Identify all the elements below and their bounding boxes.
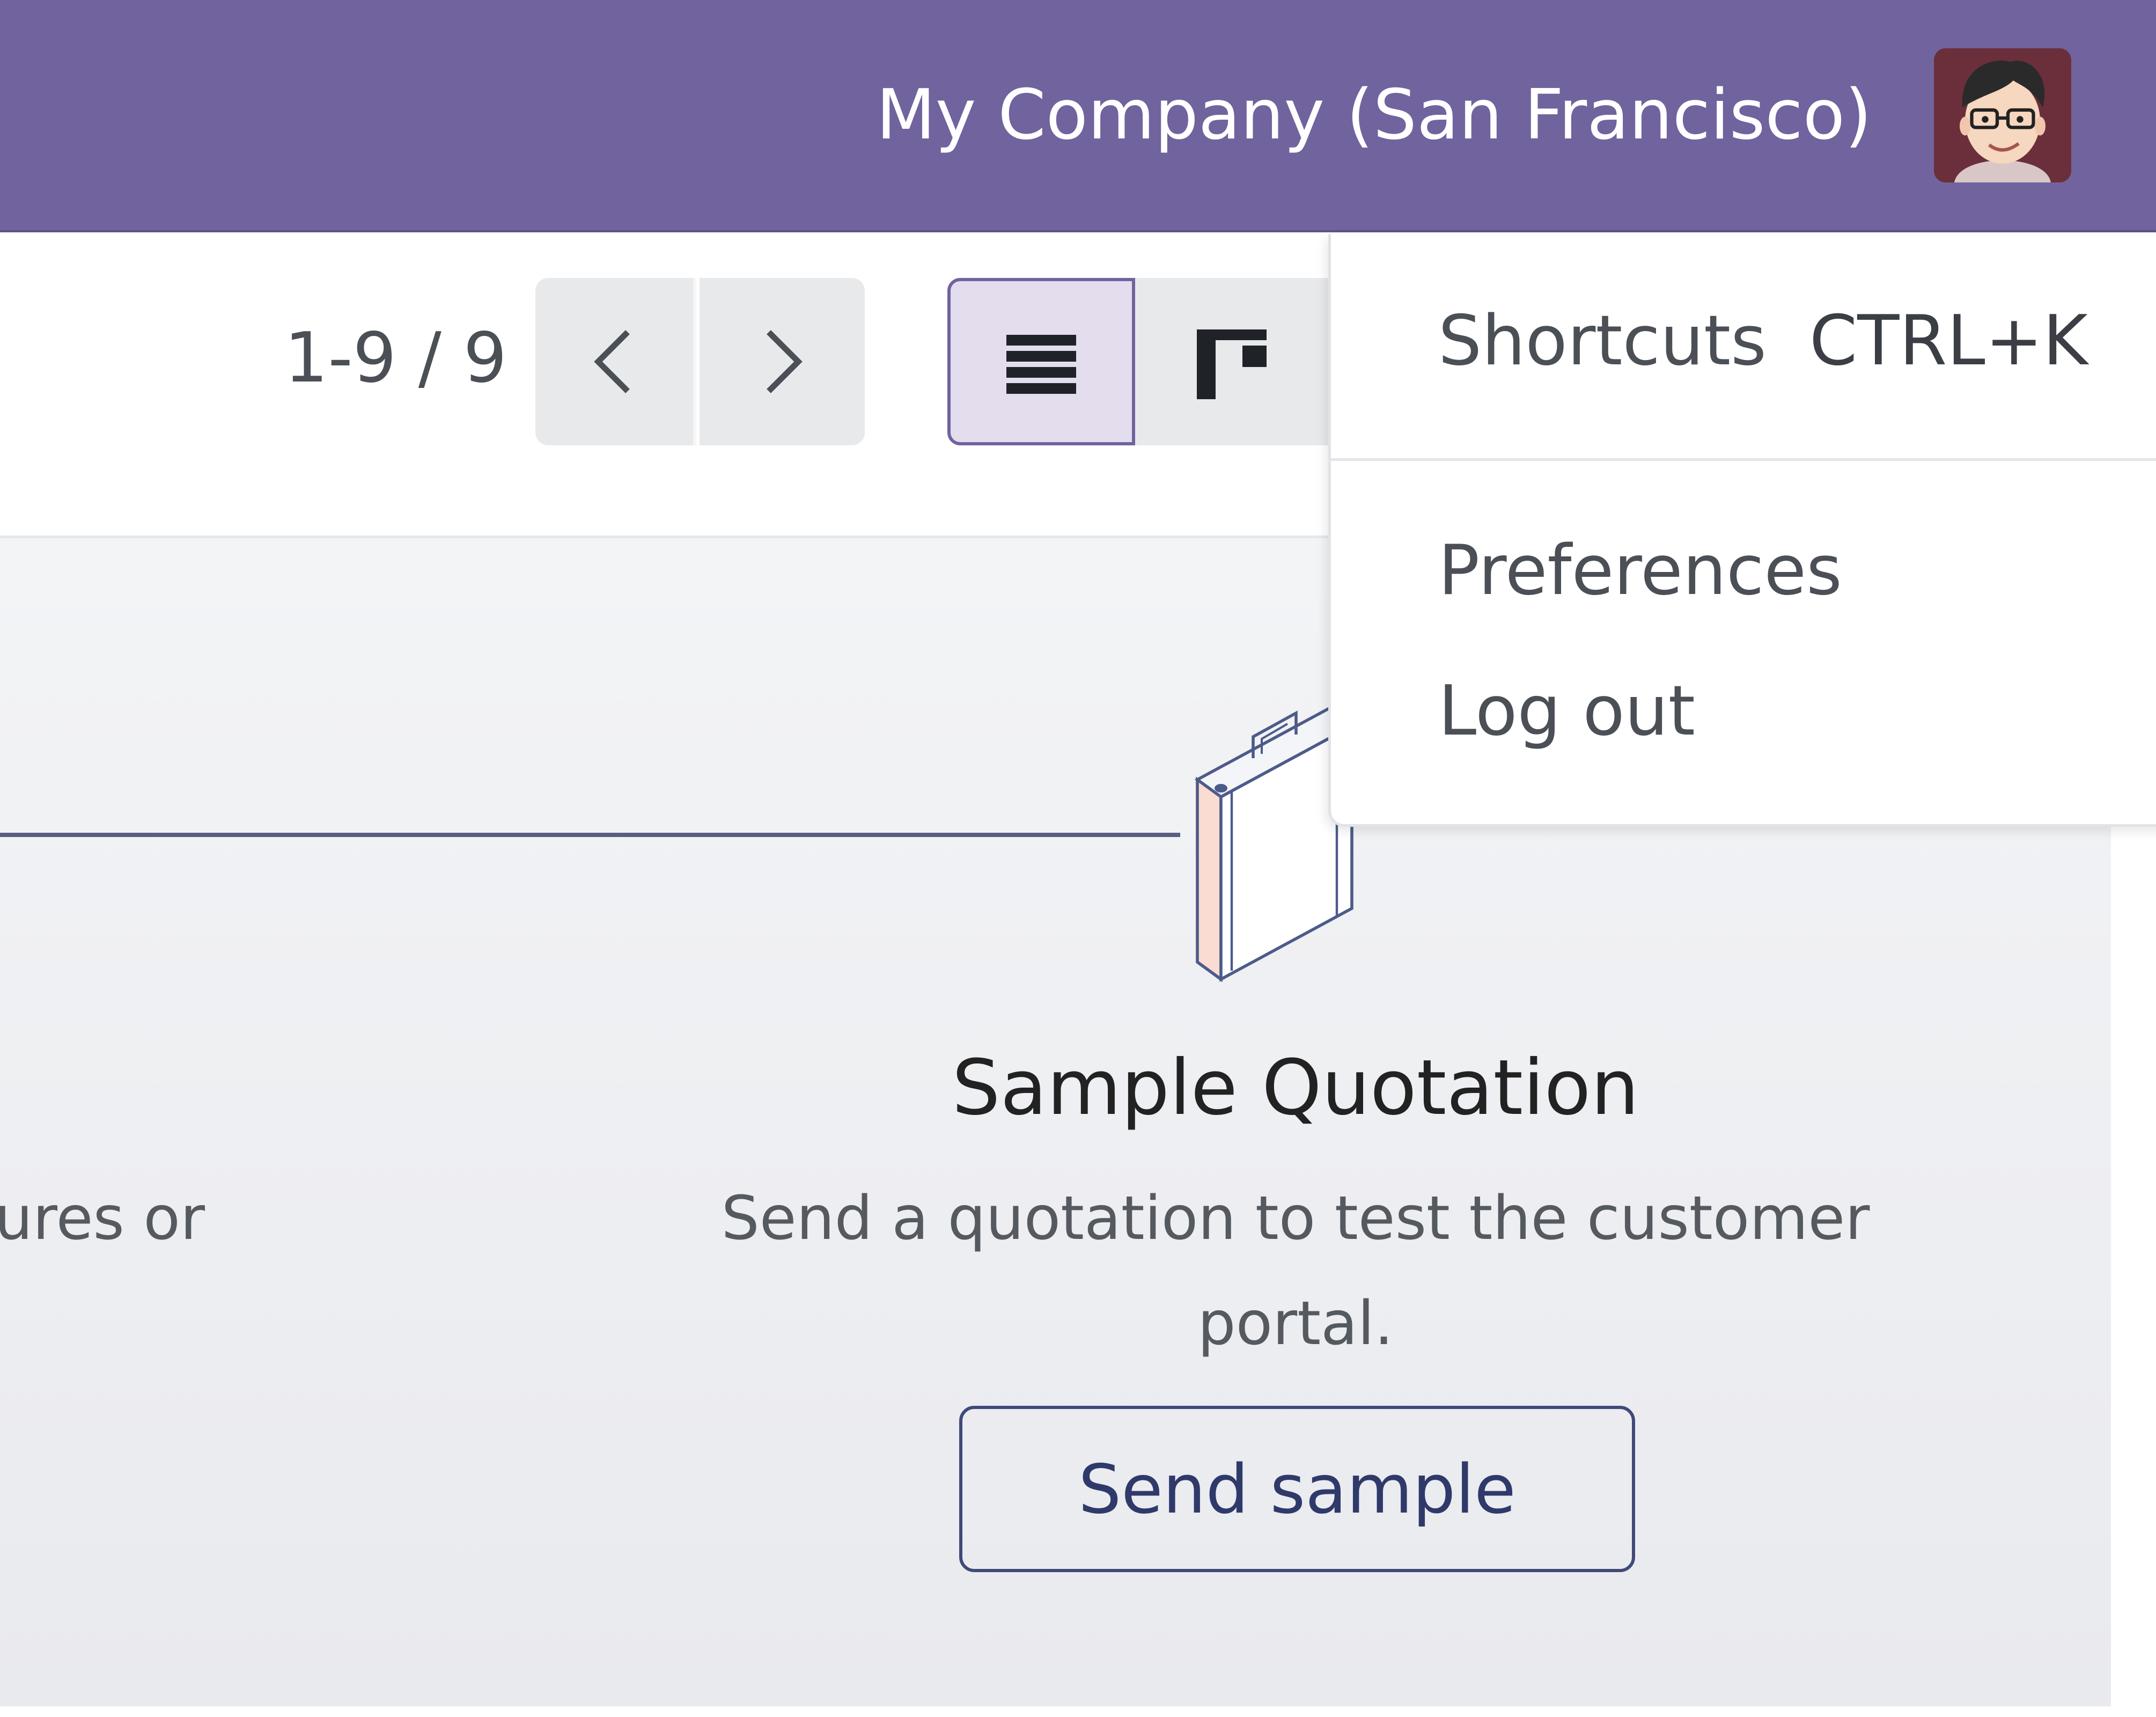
- list-view-icon: [1006, 335, 1076, 394]
- menu-item-shortcuts[interactable]: Shortcuts CTRL+K: [1438, 301, 2088, 381]
- kanban-view-icon: [1197, 329, 1267, 399]
- menu-divider: [1331, 458, 2156, 461]
- sample-quotation-title: Sample Quotation: [952, 1044, 1639, 1132]
- user-avatar[interactable]: [1934, 48, 2071, 182]
- shortcuts-key: CTRL+K: [1809, 301, 2088, 381]
- shortcuts-label: Shortcuts: [1438, 301, 1767, 381]
- top-navbar: My Company (San Francisco): [0, 0, 2156, 232]
- list-view-button[interactable]: [947, 278, 1135, 445]
- sample-quotation-description: Send a quotation to test the customer po…: [721, 1184, 1870, 1359]
- menu-item-logout[interactable]: Log out: [1438, 671, 1695, 752]
- bottom-strip: [0, 1706, 2156, 1717]
- chevron-right-icon: [767, 330, 803, 393]
- send-sample-button[interactable]: Send sample: [959, 1406, 1635, 1572]
- timeline-line: [0, 833, 1180, 837]
- pager-next-button[interactable]: [700, 278, 865, 445]
- company-switcher[interactable]: My Company (San Francisco): [876, 75, 1872, 156]
- avatar-face-icon: [1936, 48, 2070, 182]
- kanban-view-button[interactable]: [1135, 278, 1328, 445]
- user-menu-dropdown: Shortcuts CTRL+K Preferences Log out: [1328, 234, 2156, 827]
- left-card-description-fragment: ures or: [0, 1184, 205, 1253]
- menu-item-preferences[interactable]: Preferences: [1438, 531, 1842, 611]
- chevron-left-icon: [594, 330, 630, 393]
- pager-previous-button[interactable]: [535, 278, 696, 445]
- pager-value[interactable]: 1-9 / 9: [284, 318, 507, 399]
